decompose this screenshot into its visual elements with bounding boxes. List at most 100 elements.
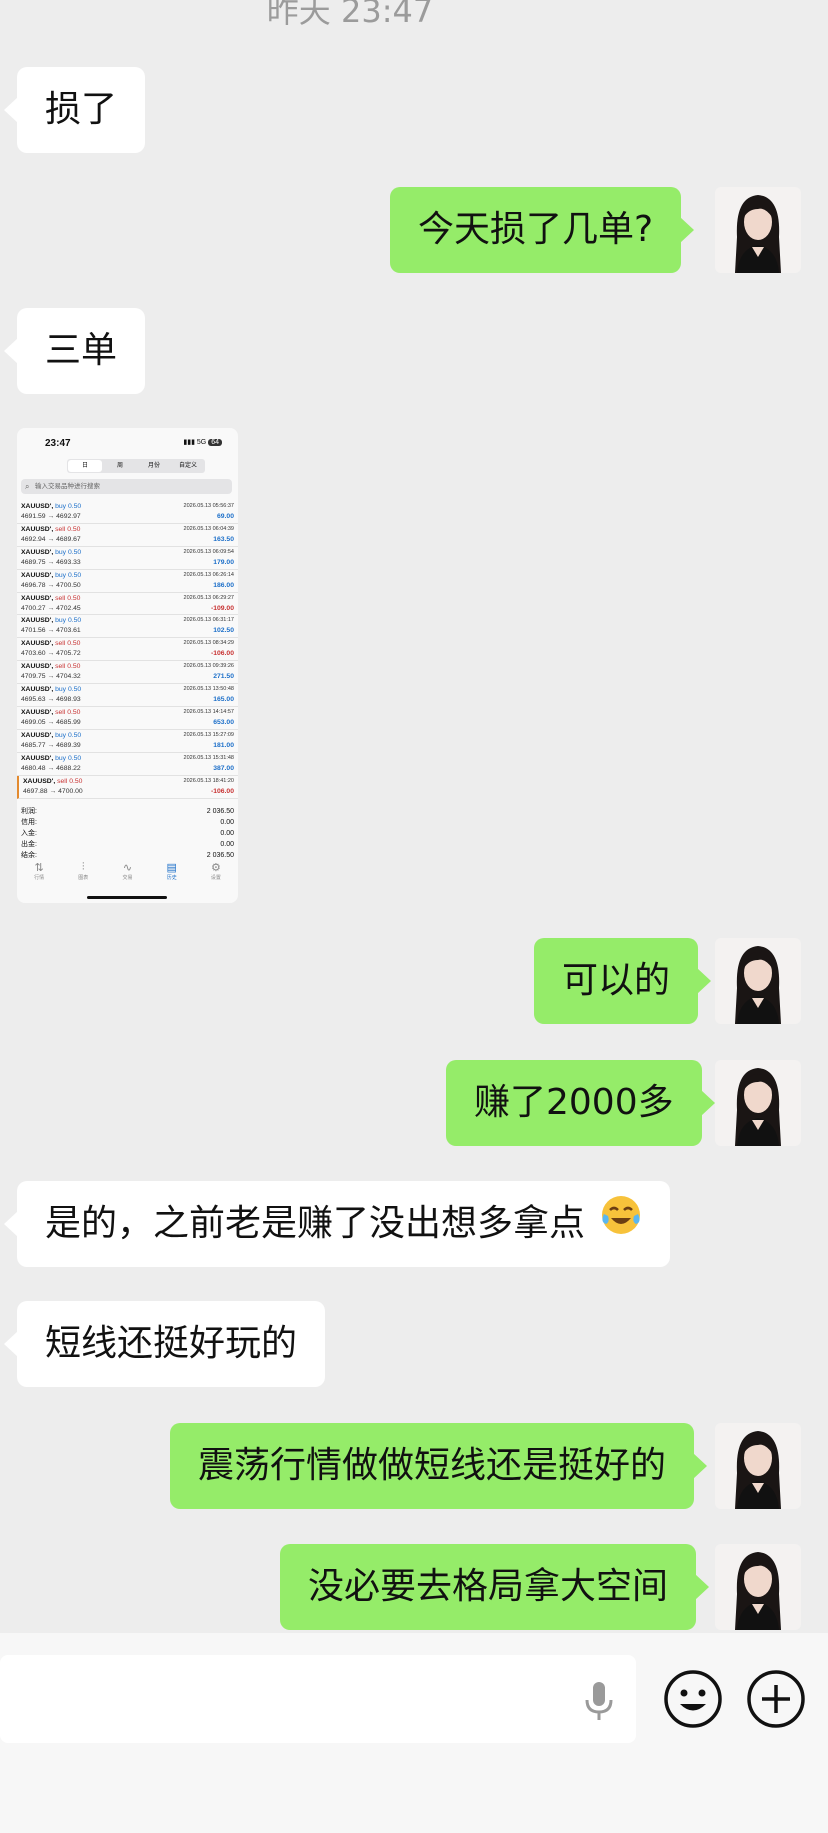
- trade-symbol: XAUUSD', sell 0.50: [21, 525, 81, 533]
- trade-prices: 4697.88 → 4700.00: [23, 787, 83, 795]
- shot-trade-row: XAUUSD', sell 0.50 4699.05 → 4685.99 2026.…: [17, 707, 238, 730]
- trade-prices: 4680.48 → 4688.22: [21, 764, 81, 772]
- avatar[interactable]: [715, 938, 801, 1024]
- message-text: 赚了2000多: [474, 1082, 674, 1123]
- trade-profit: 181.00: [213, 741, 234, 749]
- message-text: 没必要去格局拿大空间: [308, 1566, 669, 1607]
- trade-profit: 186.00: [213, 581, 234, 589]
- plus-circle-icon[interactable]: [746, 1669, 806, 1729]
- message-bubble-incoming[interactable]: 三单: [3, 308, 146, 394]
- tab-icon: ⫶: [81, 861, 85, 873]
- trade-datetime: 2026.05.13 06:04:39: [183, 525, 234, 532]
- shot-trade-row: XAUUSD', sell 0.50 4709.75 → 4704.32 2026.…: [17, 661, 238, 685]
- shot-trade-row: XAUUSD', sell 0.50 4700.27 → 4702.45 2026.…: [17, 593, 238, 616]
- trade-prices: 4695.63 → 4698.93: [21, 696, 81, 704]
- shot-trade-list: XAUUSD', buy 0.50 4691.59 → 4692.97 2026.0…: [17, 501, 238, 799]
- shot-trade-row: XAUUSD', buy 0.50 4691.59 → 4692.97 2026.0…: [17, 501, 238, 524]
- tab-icon: ⇅: [34, 862, 44, 874]
- trade-prices: 4701.56 → 4703.61: [21, 627, 81, 635]
- message-text: 震荡行情做做短线还是挺好的: [198, 1445, 667, 1486]
- trade-prices: 4685.77 → 4689.39: [21, 741, 81, 749]
- shot-tab-week: 周: [116, 463, 123, 469]
- message-bubble-outgoing[interactable]: 没必要去格局拿大空间: [280, 1544, 710, 1630]
- message-bubble-incoming[interactable]: 损了: [3, 67, 146, 153]
- trade-profit: 271.50: [213, 673, 234, 681]
- shot-trade-row: XAUUSD', sell 0.50 4697.88 → 4700.00 2026.…: [17, 775, 238, 799]
- avatar-image: [735, 946, 781, 1024]
- message-bubble-outgoing[interactable]: 赚了2000多: [446, 1060, 715, 1146]
- trade-profit: 163.50: [213, 535, 234, 543]
- trade-symbol: XAUUSD', sell 0.50: [21, 663, 81, 671]
- trade-datetime: 2026.05.13 09:39:26: [183, 663, 234, 670]
- trade-datetime: 2026.05.13 06:26:14: [183, 571, 234, 578]
- microphone-icon[interactable]: [584, 1680, 614, 1722]
- trade-profit: 387.00: [213, 764, 234, 772]
- avatar[interactable]: [715, 1544, 801, 1630]
- shot-trade-row: XAUUSD', sell 0.50 4692.94 → 4689.67 2026.…: [17, 524, 238, 547]
- summary-label: 结余:: [21, 852, 37, 859]
- trade-symbol: XAUUSD', sell 0.50: [23, 777, 83, 785]
- avatar[interactable]: [715, 187, 801, 273]
- shot-trade-row: XAUUSD', sell 0.50 4703.60 → 4705.72 2026.…: [17, 638, 238, 662]
- trade-datetime: 2026.05.13 13:50:48: [183, 686, 234, 693]
- summary-line: 结余: 2 036.50: [21, 850, 234, 861]
- message-text: 今天损了几单?: [418, 209, 654, 250]
- avatar-image: [735, 195, 781, 273]
- image-message[interactable]: 23:47 ▮▮▮ 5G 64 日 周 月份 自定义 输入交易品种进行搜索 XA…: [17, 428, 238, 903]
- trade-prices: 4700.27 → 4702.45: [21, 604, 81, 612]
- shot-time: 23:47: [45, 438, 71, 449]
- message-input[interactable]: [0, 1655, 636, 1743]
- message-bubble-incoming[interactable]: 是的，之前老是赚了没出想多拿点: [3, 1181, 671, 1267]
- shot-bottom-tabs: ⇅ 行情 ⫶ 图表 ∿ 交易 ▤ 历史 ⚙ 设置: [17, 861, 238, 881]
- trade-symbol: XAUUSD', sell 0.50: [21, 640, 81, 648]
- message-text: 短线还挺好玩的: [45, 1323, 298, 1364]
- trade-symbol: XAUUSD', buy 0.50: [21, 731, 82, 739]
- timestamp: 昨天 23:47: [266, 0, 434, 30]
- trade-symbol: XAUUSD', sell 0.50: [21, 594, 81, 602]
- trade-datetime: 2026.05.13 15:27:09: [183, 731, 234, 738]
- shot-trade-row: XAUUSD', buy 0.50 4701.56 → 4703.61 2026.0…: [17, 615, 238, 639]
- summary-value: 0.00: [220, 830, 234, 837]
- shot-bottom-tab: ▤ 历史: [150, 861, 194, 881]
- trade-prices: 4699.05 → 4685.99: [21, 719, 81, 727]
- shot-tab-day: 日: [68, 460, 102, 472]
- summary-label: 利润:: [21, 808, 37, 815]
- shot-summary: 利润: 2 036.50 信用: 0.00 入金: 0.00 出金: 0.00 结余: 2 036…: [21, 806, 234, 861]
- trade-symbol: XAUUSD', buy 0.50: [21, 503, 82, 510]
- message-bubble-outgoing[interactable]: 可以的: [534, 938, 712, 1024]
- summary-label: 信用:: [21, 819, 37, 826]
- message-bubble-outgoing[interactable]: 今天损了几单?: [390, 187, 695, 273]
- avatar[interactable]: [715, 1060, 801, 1146]
- shot-tab-custom: 自定义: [178, 463, 197, 469]
- summary-line: 出金: 0.00: [21, 839, 234, 850]
- trade-prices: 4703.60 → 4705.72: [21, 650, 81, 658]
- message-text: 是的，之前老是赚了没出想多拿点: [45, 1203, 586, 1244]
- trade-symbol: XAUUSD', buy 0.50: [21, 617, 82, 625]
- shot-search: 输入交易品种进行搜索: [21, 479, 232, 494]
- trade-datetime: 2026.05.13 06:29:27: [183, 594, 234, 601]
- message-bubble-incoming[interactable]: 短线还挺好玩的: [3, 1301, 326, 1387]
- avatar[interactable]: [715, 1423, 801, 1509]
- tab-icon: ▤: [166, 862, 177, 874]
- tab-icon: ∿: [122, 862, 133, 874]
- avatar-image: [735, 1552, 781, 1630]
- shot-home-indicator: [87, 896, 167, 899]
- message-bubble-outgoing[interactable]: 震荡行情做做短线还是挺好的: [170, 1423, 708, 1509]
- message-text: 三单: [45, 330, 118, 371]
- message-text: 损了: [45, 89, 118, 130]
- trade-symbol: XAUUSD', buy 0.50: [21, 754, 82, 762]
- trade-profit: 653.00: [213, 719, 234, 727]
- smiley-face-icon[interactable]: [663, 1669, 723, 1729]
- shot-bottom-tab: ⇅ 行情: [17, 861, 61, 881]
- shot-trade-row: XAUUSD', buy 0.50 4680.48 → 4688.22 2026.0…: [17, 753, 238, 776]
- trade-symbol: XAUUSD', buy 0.50: [21, 686, 82, 694]
- summary-label: 出金:: [21, 841, 37, 848]
- trade-profit: 69.00: [216, 513, 234, 520]
- trade-datetime: 2026.05.13 14:14:57: [183, 709, 234, 716]
- shot-trade-row: XAUUSD', buy 0.50 4696.78 → 4700.50 2026.0…: [17, 570, 238, 593]
- summary-value: 2 036.50: [206, 852, 234, 859]
- trade-symbol: XAUUSD', buy 0.50: [21, 548, 82, 556]
- shot-trade-row: XAUUSD', buy 0.50 4685.77 → 4689.39 2026.0…: [17, 730, 238, 753]
- trade-profit: -106.00: [210, 650, 234, 658]
- shot-trade-row: XAUUSD', buy 0.50 4689.75 → 4693.33 2026.0…: [17, 547, 238, 570]
